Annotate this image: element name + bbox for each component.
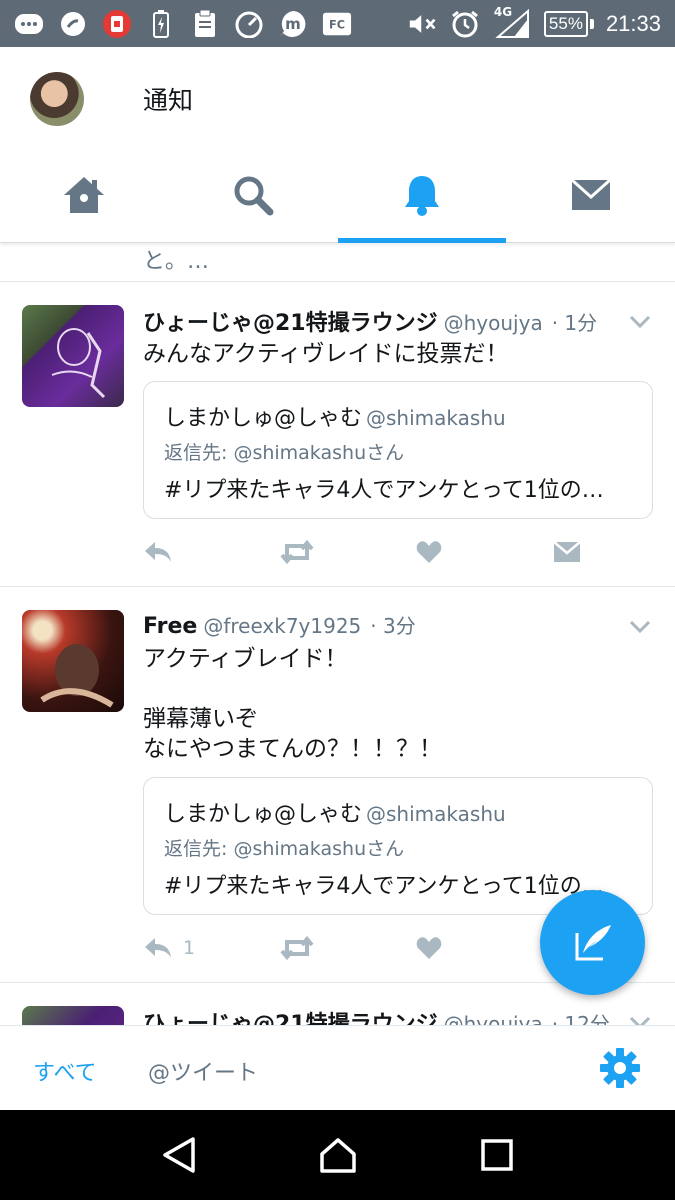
svg-text:m: m bbox=[285, 15, 301, 33]
filter-all-tab[interactable]: すべて bbox=[33, 1055, 97, 1087]
reply-button[interactable] bbox=[143, 532, 183, 572]
skype-icon bbox=[58, 9, 88, 39]
fc-app-icon: FC bbox=[322, 9, 352, 39]
truncated-tweet-text: と。… bbox=[143, 249, 210, 274]
notification-filter-bar: すべて @ツイート bbox=[0, 1025, 675, 1110]
tweet-author-name[interactable]: Free bbox=[143, 614, 197, 639]
tweet-avatar[interactable] bbox=[22, 305, 124, 407]
home-nav-icon[interactable] bbox=[318, 1136, 358, 1174]
bell-icon bbox=[404, 176, 439, 216]
retweet-icon bbox=[280, 540, 314, 564]
network-type: 4G bbox=[493, 5, 513, 19]
tab-notifications[interactable] bbox=[337, 147, 507, 243]
tab-search[interactable] bbox=[169, 147, 338, 243]
svg-text:FC: FC bbox=[329, 19, 345, 32]
quoted-author-name: しまかしゅ@しゃむ bbox=[164, 802, 363, 827]
battery-charging-icon bbox=[146, 9, 176, 39]
quoted-author-name: しまかしゅ@しゃむ bbox=[164, 406, 363, 431]
divider bbox=[0, 281, 675, 282]
quoted-text: #リプ来たキャラ4人でアンケとって1位の… bbox=[164, 478, 604, 503]
quoted-text: #リプ来たキャラ4人でアンケとって1位の… bbox=[164, 874, 604, 899]
app-header: 通知 bbox=[0, 47, 675, 243]
retweet-icon bbox=[280, 936, 314, 960]
tweet-header: ひょーじゃ@21特撮ラウンジ @hyoujya · 12分 bbox=[143, 1006, 610, 1025]
tweet-text: アクティブレイド！ 弾幕薄いぞ なにやつまてんの？！！？！ bbox=[143, 646, 442, 762]
like-button[interactable] bbox=[416, 928, 442, 968]
quoted-author-handle: @shimakashu bbox=[366, 406, 506, 430]
divider bbox=[0, 586, 675, 587]
quoted-author-handle: @shimakashu bbox=[366, 802, 506, 826]
reply-icon bbox=[145, 938, 171, 958]
clipboard-icon bbox=[190, 9, 220, 39]
speedometer-icon bbox=[234, 9, 264, 39]
search-icon bbox=[234, 176, 274, 216]
tweet-actions bbox=[143, 532, 623, 572]
chevron-down-icon[interactable] bbox=[629, 620, 651, 634]
home-icon bbox=[64, 177, 105, 213]
like-button[interactable] bbox=[416, 532, 442, 572]
back-icon[interactable] bbox=[161, 1136, 197, 1174]
heart-icon bbox=[416, 937, 442, 959]
profile-avatar[interactable] bbox=[30, 72, 84, 126]
quoted-tweet[interactable]: しまかしゅ@しゃむ @shimakashu 返信先: @shimakashuさん … bbox=[143, 381, 653, 519]
compose-icon bbox=[575, 924, 611, 960]
tweet-time: · 12分 bbox=[551, 1012, 610, 1025]
gear-icon bbox=[600, 1048, 640, 1088]
reply-count: 1 bbox=[183, 937, 196, 959]
recents-icon[interactable] bbox=[480, 1138, 514, 1172]
settings-button[interactable] bbox=[598, 1046, 642, 1090]
heart-icon bbox=[416, 541, 442, 563]
more-icon bbox=[14, 9, 44, 39]
tweet-author-name[interactable]: ひょーじゃ@21特撮ラウンジ bbox=[143, 311, 438, 336]
status-bar: m FC 4G 55% 21:33 bbox=[0, 0, 675, 47]
reply-icon bbox=[145, 542, 171, 562]
tweet-header: ひょーじゃ@21特撮ラウンジ @hyoujya · 1分 bbox=[143, 305, 597, 337]
tweet-author-handle[interactable]: @hyoujya bbox=[444, 1012, 543, 1025]
envelope-icon bbox=[570, 178, 611, 210]
tweet-author-name[interactable]: ひょーじゃ@21特撮ラウンジ bbox=[143, 1012, 438, 1025]
clock: 21:33 bbox=[605, 11, 661, 36]
filter-mentions-tab[interactable]: @ツイート bbox=[148, 1055, 258, 1087]
alarm-icon bbox=[450, 9, 480, 39]
tab-home[interactable] bbox=[0, 147, 169, 243]
tweet-text: みんなアクティヴレイドに投票だ！ bbox=[143, 341, 509, 367]
tweet-header: Free @freexk7y1925 · 3分 bbox=[143, 610, 416, 639]
retweet-button[interactable] bbox=[280, 532, 314, 572]
reply-button[interactable]: 1 bbox=[143, 928, 195, 968]
battery-indicator: 55% bbox=[543, 11, 594, 37]
tweet-author-handle[interactable]: @hyoujya bbox=[444, 311, 543, 335]
chevron-down-icon[interactable] bbox=[629, 315, 651, 329]
tweet-avatar[interactable] bbox=[22, 610, 124, 712]
m-app-icon: m bbox=[278, 9, 308, 39]
quoted-reply-to: 返信先: @shimakashuさん bbox=[164, 442, 405, 464]
battery-percent: 55% bbox=[543, 11, 588, 37]
signal-icon: 4G bbox=[492, 5, 532, 39]
sim-icon bbox=[102, 9, 132, 39]
main-tabs bbox=[0, 147, 675, 243]
tweet-time: · 1分 bbox=[551, 311, 598, 335]
tweet-author-handle[interactable]: @freexk7y1925 bbox=[203, 614, 361, 638]
retweet-button[interactable] bbox=[280, 928, 314, 968]
page-title: 通知 bbox=[143, 86, 194, 115]
mute-icon bbox=[408, 9, 438, 39]
tab-messages[interactable] bbox=[506, 147, 675, 243]
quoted-reply-to: 返信先: @shimakashuさん bbox=[164, 838, 405, 860]
tweet[interactable]: ひょーじゃ@21特撮ラウンジ @hyoujya · 1分 みんなアクティヴレイドに… bbox=[0, 305, 675, 587]
dm-button[interactable] bbox=[553, 532, 581, 572]
tweet-avatar[interactable] bbox=[22, 1006, 124, 1025]
tweet-time: · 3分 bbox=[370, 614, 416, 638]
system-nav-bar bbox=[0, 1110, 675, 1200]
chevron-down-icon[interactable] bbox=[629, 1016, 651, 1025]
envelope-icon bbox=[553, 541, 581, 562]
tweet[interactable]: ひょーじゃ@21特撮ラウンジ @hyoujya · 12分 bbox=[0, 1006, 675, 1025]
compose-tweet-button[interactable] bbox=[540, 890, 645, 995]
